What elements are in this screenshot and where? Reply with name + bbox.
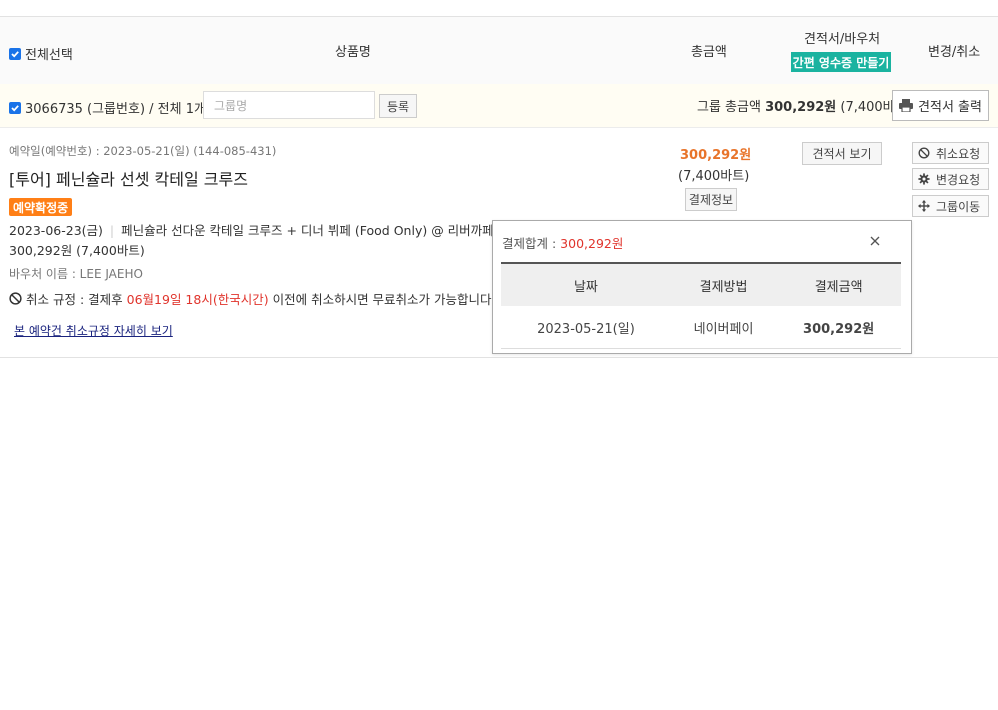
row-divider [0,357,998,358]
booking-desc: 페닌슐라 선다운 칵테일 크루즈 + 디너 뷔페 (Food Only) @ 리… [121,223,492,238]
printer-icon [899,99,914,112]
ban-icon [9,292,22,305]
popup-total: 결제합계 : 300,292원 [502,233,623,252]
payment-table: 날짜 결제방법 결제금액 2023-05-21(일) 네이버페이 300,292… [501,262,901,349]
payment-date: 2023-05-21(일) [501,306,671,349]
payment-info-button[interactable]: 결제정보 [685,188,737,211]
booking-title[interactable]: [투어] 페닌슐라 선셋 칵테일 크루즈 [9,166,248,190]
payment-info-popup: 결제합계 : 300,292원 날짜 결제방법 결제금액 2023-05-21(… [492,220,912,354]
group-move-button[interactable]: 그룹이동 [912,195,989,217]
change-cancel-header: 변경/취소 [928,45,981,60]
cancel-policy-deadline: 06월19일 18시(한국시간) [126,292,269,307]
receipt-button[interactable]: 간편 영수증 만들기 [791,52,891,72]
select-all[interactable]: 전체선택 [9,44,73,63]
popup-total-value: 300,292원 [560,236,624,251]
table-row: 2023-05-21(일) 네이버페이 300,292원 [501,306,901,349]
change-request-label: 변경요청 [936,172,981,187]
group-total: 그룹 총금액 300,292원 (7,400바트) [697,96,912,115]
booking-amount-baht: (7,400바트) [678,169,750,184]
group-select[interactable]: 3066735 (그룹번호) / 전체 1개 / [9,98,214,117]
booking-date: 2023-06-23(금) [9,223,103,238]
group-info: 3066735 (그룹번호) / 전체 1개 / [25,102,215,117]
view-quote-button[interactable]: 견적서 보기 [802,142,882,165]
voucher-name: 바우처 이름 : LEE JAEHO [9,267,143,281]
group-total-value: 300,292원 [765,100,837,115]
column-date: 날짜 [501,262,671,306]
column-method: 결제방법 [670,262,777,306]
product-name-header: 상품명 [335,45,371,60]
payment-amount: 300,292원 [776,306,901,349]
register-button[interactable]: 등록 [379,94,417,118]
cancel-request-button[interactable]: 취소요청 [912,142,989,164]
cancel-policy-suffix: 이전에 취소하시면 무료취소가 가능합니다 [272,292,492,307]
print-quote-label: 견적서 출력 [918,100,982,115]
checkbox-checked-icon[interactable] [9,47,21,60]
popup-total-label: 결제합계 : [502,236,557,251]
total-amount-header: 총금액 [691,45,727,60]
close-icon[interactable] [868,234,882,248]
gear-icon [918,173,930,185]
cancel-policy: 취소 규정 : 결제후 06월19일 18시(한국시간) 이전에 취소하시면 무… [9,289,492,308]
group-move-label: 그룹이동 [936,199,981,214]
booking-meta: 예약일(예약번호) : 2023-05-21(일) (144-085-431) [9,144,277,158]
payment-table-header: 날짜 결제방법 결제금액 [501,262,901,306]
checkbox-checked-icon[interactable] [9,101,21,114]
booking-amount: 300,292원 [680,148,752,163]
cancel-policy-link[interactable]: 본 예약건 취소규정 자세히 보기 [14,322,173,339]
group-total-label: 그룹 총금액 [697,100,761,115]
change-request-button[interactable]: 변경요청 [912,168,989,190]
list-header [0,16,998,85]
print-quote-button[interactable]: 견적서 출력 [892,90,989,121]
move-icon [918,200,930,212]
select-all-label: 전체선택 [25,48,73,63]
booking-divider: | [109,223,115,238]
group-name-input[interactable]: 그룹명 [203,91,375,119]
status-badge: 예약확정중 [9,198,73,216]
booking-price-line: 300,292원 (7,400바트) [9,243,145,258]
ban-icon [918,147,930,159]
payment-method: 네이버페이 [670,306,777,349]
cancel-request-label: 취소요청 [936,146,981,161]
column-amount: 결제금액 [776,262,901,306]
cancel-policy-prefix: 취소 규정 : 결제후 [26,292,123,307]
quote-voucher-header: 견적서/바우처 [804,32,881,47]
booking-date-desc: 2023-06-23(금) | 페닌슐라 선다운 칵테일 크루즈 + 디너 뷔페… [9,220,492,239]
